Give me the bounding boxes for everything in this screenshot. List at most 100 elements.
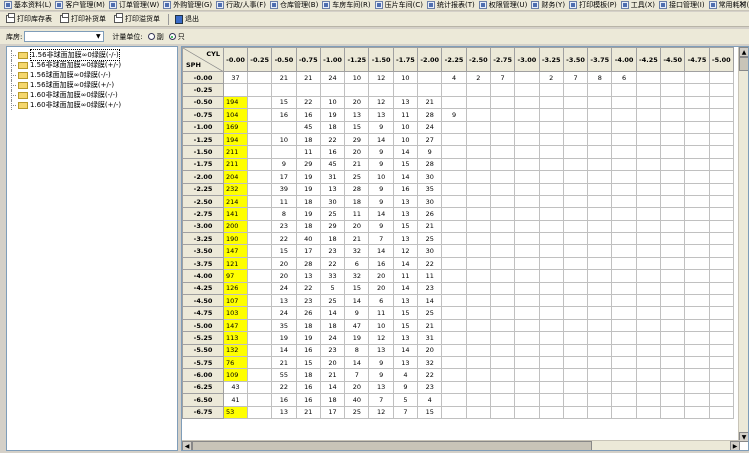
grid-cell[interactable]: 22 (271, 232, 297, 246)
grid-cell[interactable] (246, 294, 273, 308)
grid-cell[interactable] (635, 393, 662, 407)
grid-cell[interactable]: 16 (295, 380, 321, 395)
grid-cell[interactable] (587, 405, 613, 419)
grid-cell[interactable] (514, 182, 540, 196)
grid-cell[interactable] (635, 405, 662, 419)
grid-cell[interactable] (611, 145, 637, 159)
grid-cell[interactable] (246, 219, 273, 234)
grid-cell[interactable] (611, 170, 637, 184)
scroll-thumb[interactable] (739, 57, 748, 71)
scroll-down-button[interactable]: ▼ (739, 432, 748, 442)
grid-cell[interactable]: 25 (417, 232, 443, 246)
grid-cell[interactable]: 22 (319, 132, 346, 147)
grid-cell[interactable] (538, 145, 564, 159)
grid-cell[interactable] (635, 244, 662, 258)
menu-item-8[interactable]: 统计报表(T) (425, 0, 477, 10)
grid-cell[interactable] (489, 281, 516, 296)
grid-cell[interactable] (708, 318, 734, 333)
grid-cell[interactable] (538, 108, 564, 122)
grid-cell[interactable]: 30 (319, 194, 346, 209)
grid-cell[interactable] (562, 306, 589, 320)
grid-cell[interactable] (611, 244, 637, 258)
grid-cell[interactable] (684, 393, 710, 407)
grid-cell[interactable] (587, 170, 613, 184)
grid-cell[interactable]: 23 (295, 294, 321, 308)
grid-cell[interactable] (562, 294, 589, 308)
grid-cell[interactable] (611, 232, 637, 246)
grid-cell[interactable]: 11 (295, 145, 321, 159)
close-icon[interactable]: ✕ (738, 0, 746, 10)
grid-cell[interactable] (587, 157, 613, 172)
grid-cell[interactable]: 13 (271, 405, 297, 419)
grid-cell[interactable] (441, 145, 467, 159)
grid-cell[interactable]: 20 (344, 219, 370, 234)
grid-cell[interactable] (684, 83, 710, 97)
grid-cell[interactable]: 14 (392, 170, 419, 184)
grid-cell[interactable]: 30 (417, 170, 443, 184)
grid-cell[interactable]: 9 (392, 380, 419, 395)
grid-cell[interactable]: 21 (417, 219, 443, 234)
grid-cell[interactable] (441, 331, 467, 345)
grid-cell[interactable]: 2 (465, 70, 491, 85)
grid-cell[interactable]: 14 (319, 306, 346, 320)
grid-cell[interactable]: 10 (368, 318, 394, 333)
grid-cell[interactable] (538, 256, 564, 271)
grid-cell[interactable] (489, 219, 516, 234)
grid-cell[interactable]: 28 (417, 108, 443, 122)
grid-cell[interactable]: 14 (417, 294, 443, 308)
grid-cell[interactable] (611, 132, 637, 147)
grid-cell[interactable] (708, 108, 734, 122)
grid-cell[interactable] (611, 281, 637, 296)
grid-cell[interactable]: 11 (271, 194, 297, 209)
grid-cell[interactable] (246, 182, 273, 196)
grid-cell[interactable] (611, 269, 637, 283)
grid-cell[interactable] (684, 170, 710, 184)
grid-cell[interactable] (538, 306, 564, 320)
grid-cell[interactable] (489, 393, 516, 407)
grid-cell[interactable] (246, 157, 273, 172)
grid-cell[interactable]: 22 (417, 256, 443, 271)
grid-cell[interactable]: 24 (271, 306, 297, 320)
grid-cell[interactable]: 13 (392, 207, 419, 221)
grid-cell[interactable]: 4 (417, 393, 443, 407)
grid-cell[interactable] (587, 120, 613, 134)
grid-cell[interactable]: 15 (417, 405, 443, 419)
grid-cell[interactable]: 211 (223, 157, 248, 172)
grid-cell[interactable]: 10 (344, 70, 370, 85)
grid-cell[interactable]: 21 (417, 318, 443, 333)
grid-cell[interactable]: 25 (344, 170, 370, 184)
grid-cell[interactable] (246, 318, 273, 333)
grid-cell[interactable]: 25 (319, 294, 346, 308)
grid-cell[interactable]: 18 (295, 194, 321, 209)
grid-cell[interactable]: 7 (368, 232, 394, 246)
tree-item[interactable]: 1.60非球面加膜∞0绿膜(+/-) (7, 100, 177, 110)
grid-cell[interactable] (489, 132, 516, 147)
grid-cell[interactable]: 200 (223, 219, 248, 234)
grid-cell[interactable] (684, 194, 710, 209)
grid-cell[interactable]: 21 (271, 70, 297, 85)
grid-cell[interactable] (538, 170, 564, 184)
grid-cell[interactable] (660, 306, 686, 320)
grid-cell[interactable] (684, 132, 710, 147)
grid-cell[interactable] (465, 306, 491, 320)
grid-cell[interactable]: 19 (295, 207, 321, 221)
grid-cell[interactable]: 13 (295, 269, 321, 283)
tree-item[interactable]: 1.56非球面加膜∞0绿膜(-/-) (7, 49, 177, 61)
grid-cell[interactable]: 15 (344, 281, 370, 296)
grid-cell[interactable]: 14 (271, 343, 297, 358)
grid-cell[interactable] (562, 380, 589, 395)
grid-cell[interactable]: 11 (368, 306, 394, 320)
grid-cell[interactable]: 103 (223, 306, 248, 320)
grid-cell[interactable] (684, 157, 710, 172)
grid-cell[interactable] (708, 256, 734, 271)
grid-cell[interactable]: 13 (368, 380, 394, 395)
grid-cell[interactable] (271, 83, 297, 97)
grid-cell[interactable]: 16 (271, 393, 297, 407)
grid-cell[interactable] (684, 306, 710, 320)
grid-cell[interactable]: 24 (417, 120, 443, 134)
grid-cell[interactable] (660, 294, 686, 308)
grid-cell[interactable] (514, 405, 540, 419)
grid-cell[interactable] (684, 294, 710, 308)
grid-cell[interactable]: 15 (392, 306, 419, 320)
grid-cell[interactable]: 45 (295, 120, 321, 134)
